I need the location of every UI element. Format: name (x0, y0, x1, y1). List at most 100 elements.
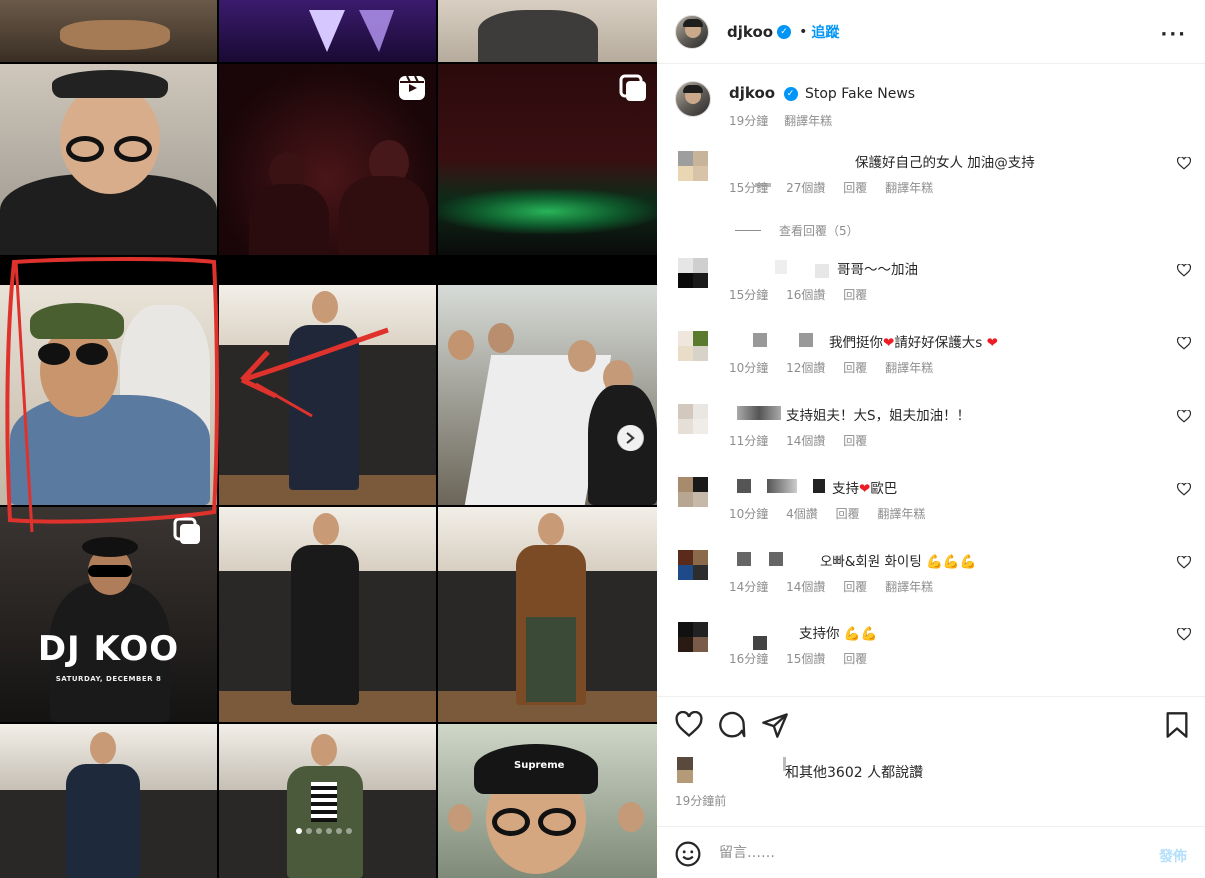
grid-photo-dinner-group[interactable] (438, 285, 657, 505)
reply-link[interactable]: 回覆 (843, 434, 867, 448)
poster-date: SATURDAY, DECEMBER 8 (55, 675, 162, 683)
avatar[interactable] (675, 81, 711, 117)
post-comment-button[interactable]: 發佈 (1159, 846, 1187, 866)
media-next-button[interactable] (617, 425, 643, 451)
commenter-avatar[interactable] (678, 622, 708, 652)
comment-time: 11分鐘 (729, 434, 769, 448)
redacted-block (799, 333, 813, 347)
commenter-avatar[interactable] (678, 477, 708, 507)
translate-link[interactable]: 翻譯年糕 (885, 361, 933, 375)
grid-photo-selfie-plane[interactable] (0, 64, 217, 255)
carousel-dot (296, 828, 302, 834)
translate-link[interactable]: 翻譯年糕 (885, 181, 933, 195)
grid-photo-supreme-cap[interactable]: Supreme (438, 724, 657, 878)
like-heart-icon[interactable] (1177, 556, 1191, 569)
redacted-block (737, 406, 781, 420)
grid-photo-top-right[interactable] (438, 0, 657, 62)
comment-text: 保護好自己的女人 加油@支持 (855, 155, 1035, 171)
comment-text: 哥哥～～加油 (837, 262, 918, 278)
commenter-avatar[interactable] (678, 258, 708, 288)
save-icon[interactable] (1163, 711, 1191, 739)
grid-photo-shop-5[interactable] (219, 724, 436, 878)
comment-text-b: 歐巴 (870, 481, 898, 497)
like-heart-icon[interactable] (1177, 483, 1191, 496)
reply-link[interactable]: 回覆 (843, 580, 867, 594)
comment-icon[interactable] (718, 711, 746, 739)
follow-button[interactable]: 追蹤 (811, 22, 839, 42)
translate-link[interactable]: 翻譯年糕 (877, 507, 925, 521)
comment-meta: 15分鐘 16個讚 回覆 (729, 286, 881, 303)
comment-item: 支持姐夫！大S，姐夫加油！！ 11分鐘 14個讚 回覆 (675, 404, 1205, 448)
grid-photo-shop-3[interactable] (438, 507, 657, 722)
reply-link[interactable]: 回覆 (836, 507, 860, 521)
post-time: 19分鐘前 (675, 794, 727, 808)
translate-link[interactable]: 翻譯年糕 (885, 580, 933, 594)
reply-link[interactable]: 回覆 (843, 652, 867, 666)
grid-photo-club-crowd[interactable] (438, 64, 657, 255)
grid-photo-top-middle[interactable] (219, 0, 436, 62)
commenter-avatar[interactable] (678, 331, 708, 361)
carousel-indicator (296, 828, 352, 834)
comment-text-a: 支持你 (799, 626, 840, 642)
caption-username[interactable]: djkoo (729, 84, 775, 102)
reply-link[interactable]: 回覆 (843, 288, 867, 302)
more-options-icon[interactable]: ··· (1160, 24, 1187, 45)
caption: djkoo ✓ Stop Fake News 19分鐘 翻譯年糕 (675, 81, 915, 128)
comments-list[interactable]: djkoo ✓ Stop Fake News 19分鐘 翻譯年糕 保護好自己的女… (657, 65, 1205, 695)
carousel-dot (336, 828, 342, 834)
share-icon[interactable] (761, 711, 789, 739)
likes-count[interactable]: 和其他3602 人都說讚 (785, 762, 923, 782)
comment-meta: 14分鐘 14個讚 回覆 翻譯年糕 (729, 578, 947, 595)
emoji-icon[interactable] (675, 841, 701, 867)
redacted-block (767, 479, 797, 493)
post-header: djkoo ✓ • 追蹤 ··· (657, 0, 1205, 64)
reply-link[interactable]: 回覆 (843, 361, 867, 375)
avatar[interactable] (675, 14, 709, 49)
comment-text: 支持❤歐巴 (832, 477, 897, 497)
cap-logo: Supreme (514, 760, 565, 771)
liker-avatar (677, 757, 693, 783)
post-media[interactable]: DJ KOO SATURDAY, DECEMBER 8 Supreme (0, 0, 657, 878)
comment-likes[interactable]: 14個讚 (786, 580, 825, 594)
flexed-biceps-icon: 💪💪💪 (926, 554, 977, 570)
view-replies-link[interactable]: 查看回覆（5） (735, 222, 859, 239)
redacted-block (753, 333, 767, 347)
comment-likes[interactable]: 14個讚 (786, 434, 825, 448)
comment-likes[interactable]: 12個讚 (786, 361, 825, 375)
redacted-block (813, 479, 825, 493)
comment-likes[interactable]: 4個讚 (786, 507, 818, 521)
translate-link[interactable]: 翻譯年糕 (784, 114, 832, 128)
comment-likes[interactable]: 27個讚 (786, 181, 825, 195)
comment-time: 10分鐘 (729, 507, 769, 521)
grid-photo-top-left[interactable] (0, 0, 217, 62)
grid-reel-dark-club[interactable] (219, 64, 436, 255)
like-heart-icon[interactable] (1177, 410, 1191, 423)
commenter-avatar[interactable] (678, 404, 708, 434)
like-icon[interactable] (675, 711, 703, 739)
comment-text-a: 오빠&회원 화이팅 (820, 554, 922, 570)
grid-photo-shop-1[interactable] (219, 285, 436, 505)
comment-likes[interactable]: 16個讚 (786, 288, 825, 302)
like-heart-icon[interactable] (1177, 337, 1191, 350)
caption-text: Stop Fake News (804, 86, 916, 102)
grid-poster-djkoo[interactable]: DJ KOO SATURDAY, DECEMBER 8 (0, 507, 217, 722)
grid-photo-shop-4[interactable] (0, 724, 217, 878)
like-heart-icon[interactable] (1177, 628, 1191, 641)
author-username[interactable]: djkoo (727, 23, 773, 41)
commenter-avatar[interactable] (678, 550, 708, 580)
comment-likes[interactable]: 15個讚 (786, 652, 825, 666)
reply-link[interactable]: 回覆 (843, 181, 867, 195)
commenter-avatar[interactable] (678, 151, 708, 181)
verified-badge-icon: ✓ (777, 24, 792, 39)
redacted-block (737, 479, 751, 493)
verified-badge-icon: ✓ (783, 87, 798, 101)
redacted-block (737, 552, 751, 566)
like-heart-icon[interactable] (1177, 264, 1191, 277)
red-heart-icon: ❤ (859, 481, 871, 497)
like-heart-icon[interactable] (1177, 157, 1191, 170)
comment-input[interactable] (719, 839, 1119, 867)
comment-meta: 10分鐘 4個讚 回覆 翻譯年糕 (729, 505, 939, 522)
comment-meta: 15分鐘 27個讚 回覆 翻譯年糕 (729, 179, 947, 196)
grid-photo-shop-2[interactable] (219, 507, 436, 722)
grid-photo-plane-sunglasses[interactable] (0, 285, 217, 505)
